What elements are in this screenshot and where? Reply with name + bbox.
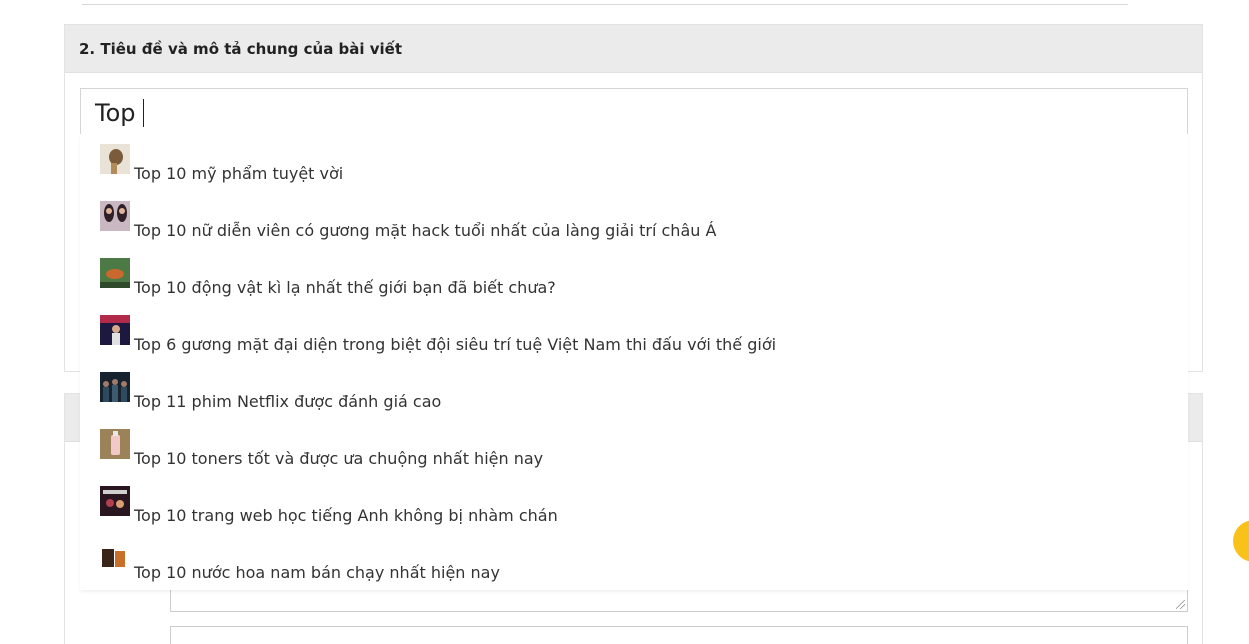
description-textarea[interactable]	[170, 588, 1188, 612]
suggestion-label: Top 10 động vật kì lạ nhất thế giới bạn …	[134, 278, 556, 297]
cosmetics-photo-thumbnail-icon	[100, 144, 130, 174]
suggestion-label: Top 10 mỹ phẩm tuyệt vời	[134, 164, 344, 183]
suggestion-item[interactable]: Top 10 nữ diễn viên có gương mặt hack tu…	[100, 201, 716, 241]
floating-action-button[interactable]	[1233, 520, 1249, 562]
autocomplete-dropdown: Top 10 mỹ phẩm tuyệt vời Top 10 nữ diễn …	[80, 134, 1188, 590]
perfume-bottle-thumbnail-icon	[100, 543, 130, 573]
suggestion-label: Top 10 nữ diễn viên có gương mặt hack tu…	[134, 221, 717, 240]
section-title: 2. Tiêu đề và mô tả chung của bài viết	[65, 25, 1202, 73]
suggestion-label: Top 10 toners tốt và được ưa chuộng nhất…	[134, 449, 544, 468]
resize-handle-icon[interactable]	[1176, 600, 1185, 609]
animal-photo-thumbnail-icon	[100, 258, 130, 288]
suggestion-item[interactable]: Top 10 toners tốt và được ưa chuộng nhất…	[100, 429, 543, 469]
text-caret	[142, 99, 144, 127]
actresses-photo-thumbnail-icon	[100, 201, 130, 231]
english-website-thumbnail-icon	[100, 486, 130, 516]
article-title-input[interactable]: Top	[80, 88, 1188, 138]
suggestion-item[interactable]: Top 10 mỹ phẩm tuyệt vời	[100, 144, 343, 184]
netflix-poster-thumbnail-icon	[100, 372, 130, 402]
article-title-value: Top	[95, 99, 136, 127]
suggestion-item[interactable]: Top 6 gương mặt đại diện trong biệt đội …	[100, 315, 776, 355]
top-divider	[82, 4, 1128, 5]
suggestion-item[interactable]: Top 10 trang web học tiếng Anh không bị …	[100, 486, 558, 526]
bottom-input-field[interactable]	[170, 626, 1188, 644]
contestant-photo-thumbnail-icon	[100, 315, 130, 345]
suggestion-item[interactable]: Top 10 nước hoa nam bán chạy nhất hiện n…	[100, 543, 500, 583]
suggestion-label: Top 11 phim Netflix được đánh giá cao	[134, 392, 442, 411]
suggestion-label: Top 10 nước hoa nam bán chạy nhất hiện n…	[134, 563, 500, 582]
suggestion-item[interactable]: Top 11 phim Netflix được đánh giá cao	[100, 372, 441, 412]
suggestion-item[interactable]: Top 10 động vật kì lạ nhất thế giới bạn …	[100, 258, 556, 298]
suggestion-label: Top 10 trang web học tiếng Anh không bị …	[134, 506, 558, 525]
toner-bottle-thumbnail-icon	[100, 429, 130, 459]
suggestion-label: Top 6 gương mặt đại diện trong biệt đội …	[134, 335, 777, 354]
